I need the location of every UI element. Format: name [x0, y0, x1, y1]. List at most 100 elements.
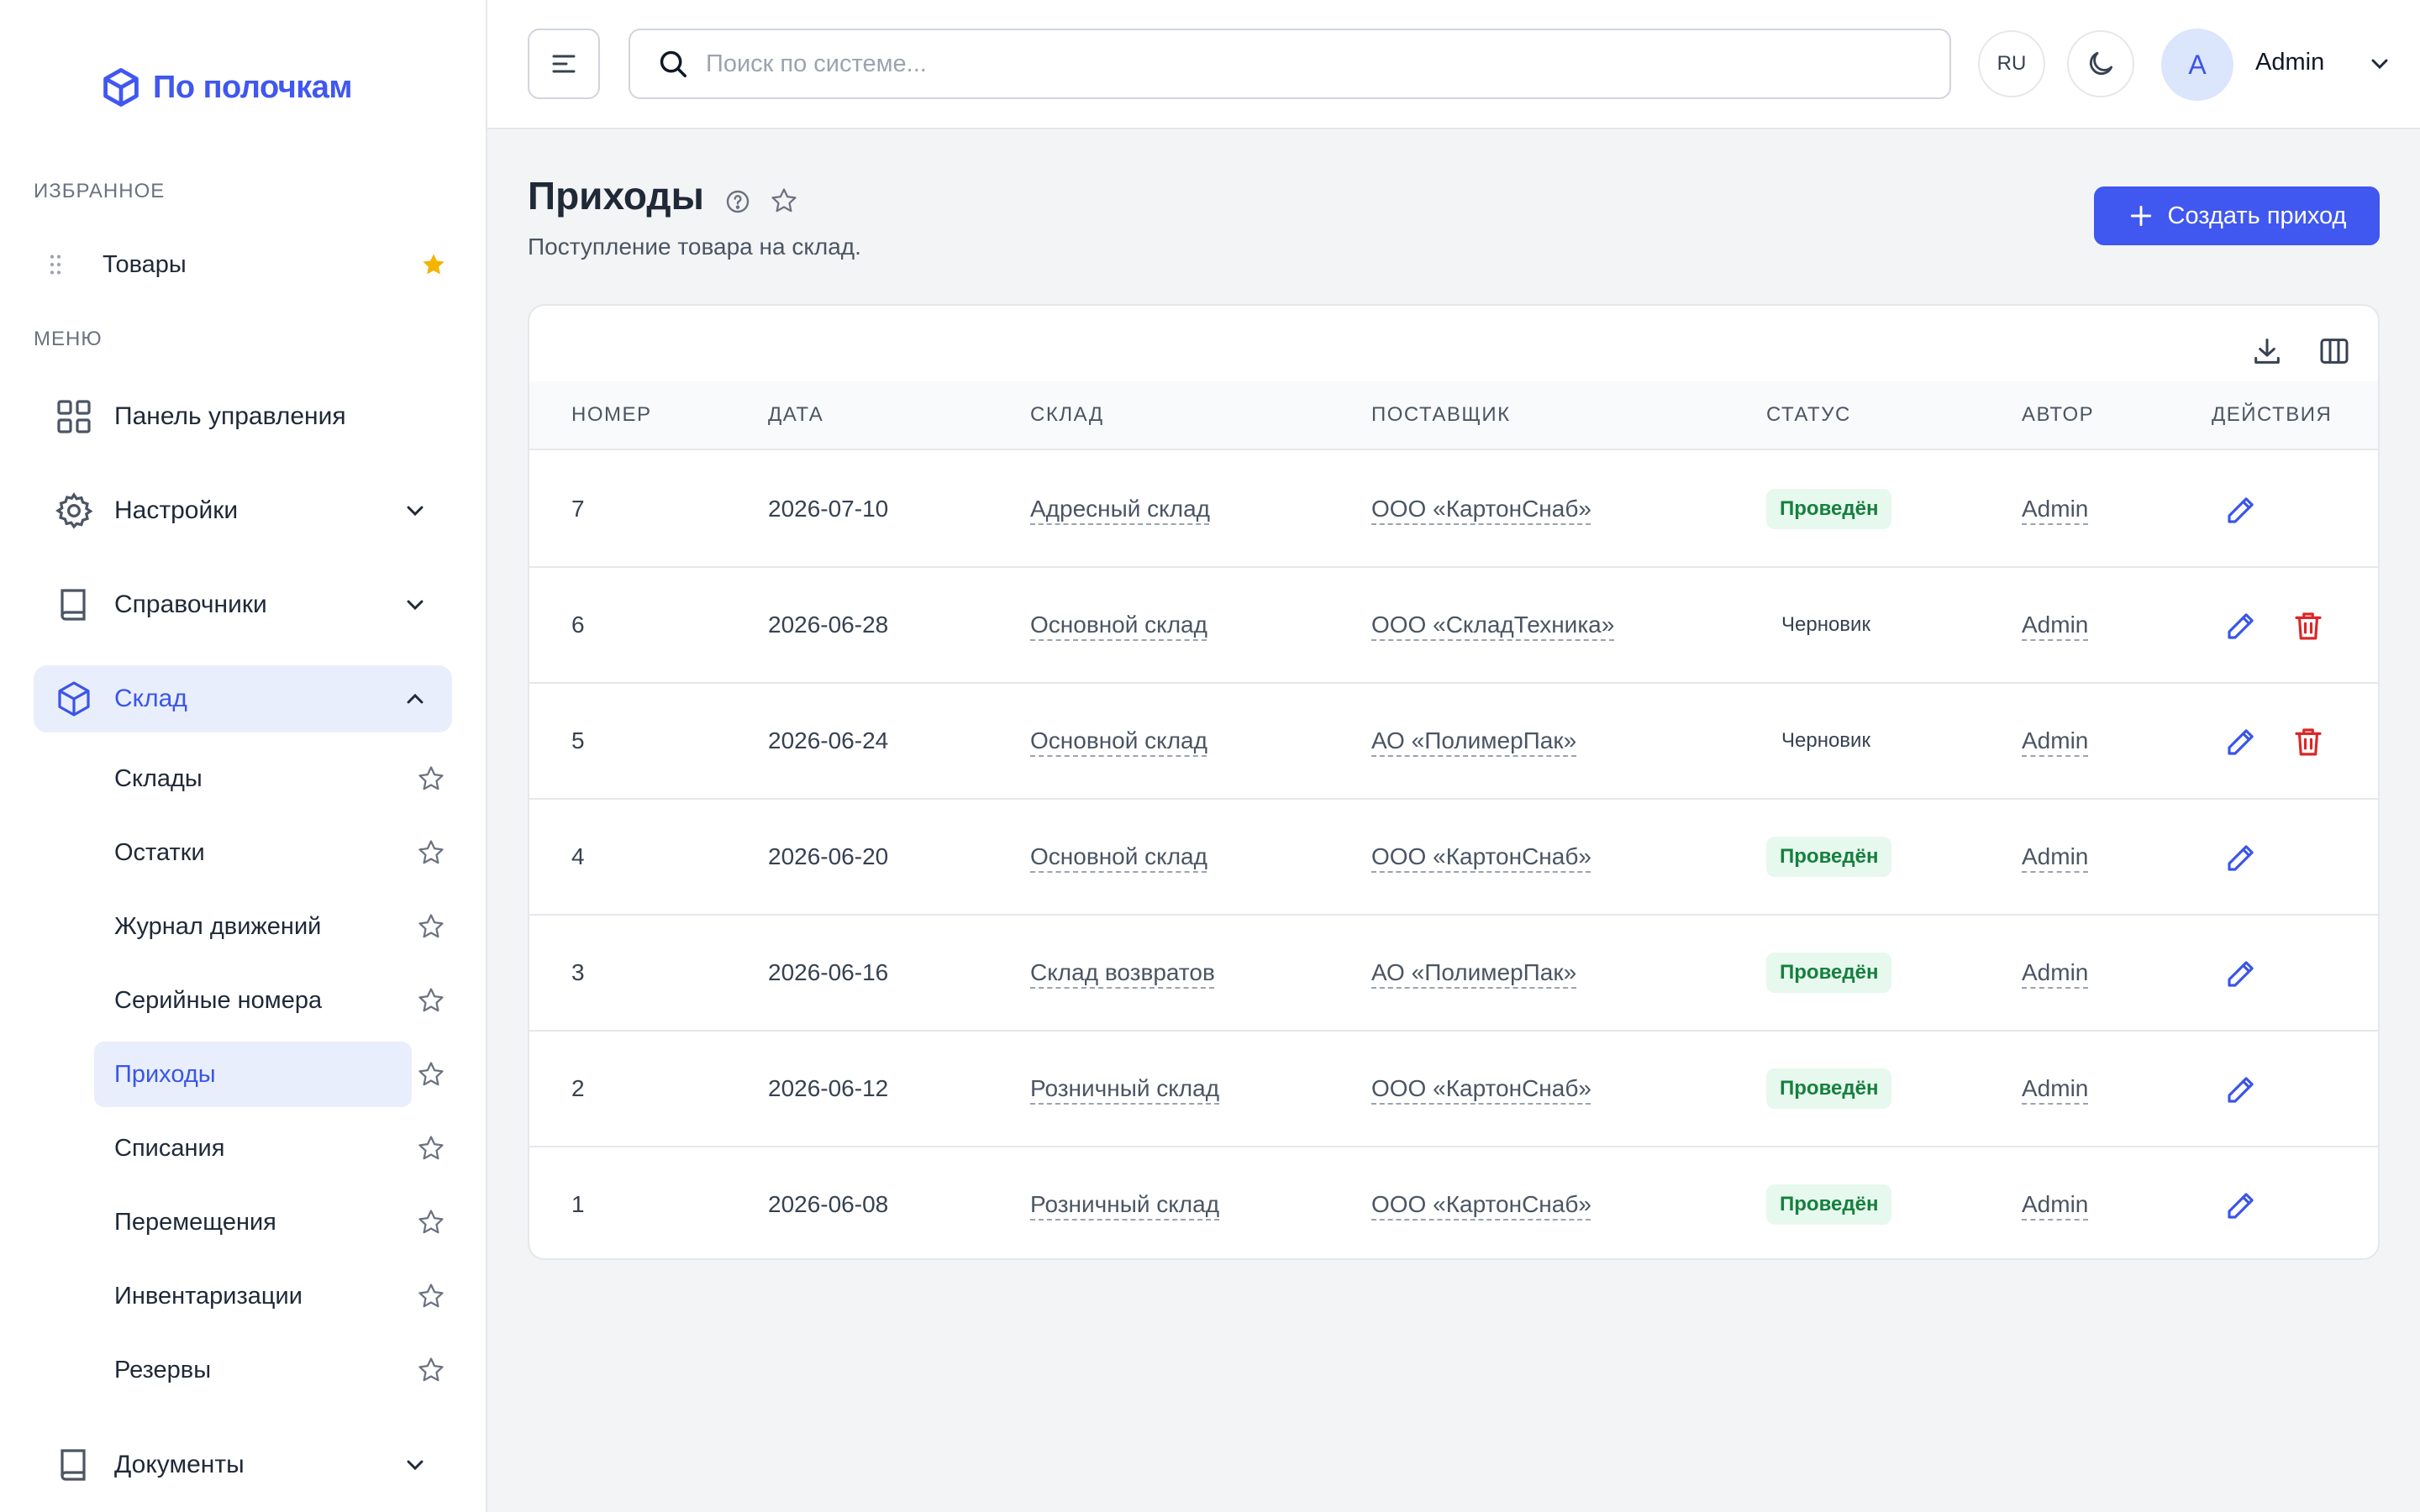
top-header: RU A Admin [487, 0, 2420, 129]
row-warehouse-link[interactable]: Основной склад [1030, 727, 1207, 754]
menu-item-warehouse[interactable]: Склад [34, 665, 452, 732]
create-receipt-button[interactable]: Создать приход [2094, 186, 2380, 245]
row-supplier-link[interactable]: АО «ПолимерПак» [1371, 959, 1576, 986]
edit-icon[interactable] [2223, 1188, 2259, 1223]
submenu-item-label: Перемещения [114, 1208, 276, 1236]
submenu-item-transfers[interactable]: Перемещения [94, 1189, 412, 1255]
table-row[interactable]: 2 2026-06-12 Розничный склад ООО «КартонСна… [529, 1032, 2378, 1147]
star-outline-icon[interactable] [770, 186, 798, 215]
columns-icon[interactable] [2317, 334, 2351, 368]
table-row[interactable]: 4 2026-06-20 Основной склад ООО «КартонСнаб… [529, 800, 2378, 916]
star-outline-icon[interactable] [417, 764, 445, 793]
row-supplier-link[interactable]: ООО «КартонСнаб» [1371, 1191, 1591, 1218]
column-header-actions: ДЕЙСТВИЯ [2212, 403, 2333, 426]
submenu-item-reserves[interactable]: Резервы [94, 1337, 412, 1403]
row-warehouse-link[interactable]: Розничный склад [1030, 1075, 1219, 1102]
language-button[interactable]: RU [1978, 30, 2045, 97]
submenu-item-label: Склады [114, 764, 203, 792]
submenu-item-stock[interactable]: Остатки [94, 820, 412, 885]
row-author-link[interactable]: Admin [2022, 727, 2088, 754]
delete-icon[interactable] [2291, 724, 2326, 759]
theme-toggle-button[interactable] [2067, 30, 2134, 97]
row-author-link[interactable]: Admin [2022, 959, 2088, 986]
user-name[interactable]: Admin [2255, 49, 2324, 76]
status-badge: Проведён [1766, 1184, 1892, 1225]
row-supplier-link[interactable]: ООО «СкладТехника» [1371, 612, 1614, 638]
edit-icon[interactable] [2223, 492, 2259, 528]
row-supplier-link[interactable]: ООО «КартонСнаб» [1371, 1075, 1591, 1102]
download-icon[interactable] [2250, 334, 2284, 368]
table-row[interactable]: 6 2026-06-28 Основной склад ООО «СкладТехни… [529, 568, 2378, 684]
star-outline-icon[interactable] [417, 1282, 445, 1310]
table-header: НОМЕР ДАТА СКЛАД ПОСТАВЩИК СТАТУС АВТОР … [529, 381, 2378, 450]
row-author-link[interactable]: Admin [2022, 612, 2088, 638]
edit-icon[interactable] [2223, 608, 2259, 643]
submenu-item-receipts[interactable]: Приходы [94, 1042, 412, 1107]
row-warehouse-link[interactable]: Адресный склад [1030, 496, 1210, 522]
row-author-link[interactable]: Admin [2022, 843, 2088, 870]
moon-icon [2089, 51, 2113, 76]
row-author-link[interactable]: Admin [2022, 1191, 2088, 1218]
edit-icon[interactable] [2223, 956, 2259, 991]
submenu-item-warehouses[interactable]: Склады [94, 746, 412, 811]
row-author-link[interactable]: Admin [2022, 496, 2088, 522]
column-header-warehouse[interactable]: СКЛАД [1030, 403, 1104, 427]
submenu-item-movement-log[interactable]: Журнал движений [94, 894, 412, 959]
star-outline-icon[interactable] [417, 1208, 445, 1236]
submenu-item-label: Резервы [114, 1356, 212, 1383]
star-outline-icon[interactable] [417, 1356, 445, 1384]
star-outline-icon[interactable] [417, 986, 445, 1015]
table-row[interactable]: 5 2026-06-24 Основной склад АО «ПолимерПак»… [529, 684, 2378, 800]
favorite-item-goods[interactable]: Товары [34, 239, 454, 290]
search-box[interactable] [629, 29, 1951, 99]
star-outline-icon[interactable] [417, 912, 445, 941]
column-header-status[interactable]: СТАТУС [1766, 403, 1851, 427]
table-row[interactable]: 7 2026-07-10 Адресный склад ООО «КартонСнаб… [529, 452, 2378, 568]
row-supplier-link[interactable]: ООО «КартонСнаб» [1371, 843, 1591, 870]
delete-icon[interactable] [2291, 608, 2326, 643]
toggle-sidebar-button[interactable] [528, 29, 600, 99]
edit-icon[interactable] [2223, 724, 2259, 759]
favorites-label: ИЗБРАННОЕ [34, 180, 166, 202]
chevron-up-icon [407, 693, 424, 704]
favorite-item-label: Товары [103, 250, 187, 278]
row-warehouse-link[interactable]: Розничный склад [1030, 1191, 1219, 1218]
row-supplier-link[interactable]: ООО «КартонСнаб» [1371, 496, 1591, 522]
menu-item-label: Настройки [114, 496, 239, 524]
menu-item-label: Справочники [114, 591, 267, 618]
row-date: 2026-06-08 [768, 1191, 889, 1217]
search-input[interactable] [706, 50, 1882, 78]
column-header-date[interactable]: ДАТА [768, 403, 823, 427]
submenu-item-write-offs[interactable]: Списания [94, 1116, 412, 1181]
chevron-down-icon[interactable] [2366, 50, 2393, 77]
column-header-number[interactable]: НОМЕР [571, 403, 652, 427]
menu-item-label: Панель управления [114, 402, 346, 430]
brand-logo[interactable]: По полочкам [99, 64, 353, 111]
star-outline-icon[interactable] [417, 838, 445, 867]
edit-icon[interactable] [2223, 840, 2259, 875]
star-filled-icon[interactable] [420, 251, 447, 278]
search-icon [660, 50, 687, 77]
row-warehouse-link[interactable]: Основной склад [1030, 612, 1207, 638]
menu-item-dashboard[interactable]: Панель управления [34, 383, 452, 450]
row-warehouse-link[interactable]: Склад возвратов [1030, 959, 1215, 986]
table-row[interactable]: 1 2026-06-08 Розничный склад ООО «КартонСна… [529, 1147, 2378, 1258]
submenu-item-inventories[interactable]: Инвентаризации [94, 1263, 412, 1329]
avatar[interactable]: A [2161, 29, 2233, 101]
menu-lines-icon [552, 55, 576, 73]
table-row[interactable]: 3 2026-06-16 Склад возвратов АО «ПолимерПак… [529, 916, 2378, 1032]
menu-item-references[interactable]: Справочники [34, 571, 452, 638]
row-warehouse-link[interactable]: Основной склад [1030, 843, 1207, 870]
row-supplier-link[interactable]: АО «ПолимерПак» [1371, 727, 1576, 754]
menu-item-settings[interactable]: Настройки [34, 477, 452, 544]
star-outline-icon[interactable] [417, 1060, 445, 1089]
drag-handle-icon[interactable] [42, 251, 69, 278]
column-header-supplier[interactable]: ПОСТАВЩИК [1371, 403, 1511, 427]
submenu-item-serial-numbers[interactable]: Серийные номера [94, 968, 412, 1033]
edit-icon[interactable] [2223, 1072, 2259, 1107]
help-icon[interactable] [724, 188, 751, 215]
row-author-link[interactable]: Admin [2022, 1075, 2088, 1102]
menu-item-documents[interactable]: Документы [34, 1431, 452, 1499]
star-outline-icon[interactable] [417, 1134, 445, 1163]
column-header-author[interactable]: АВТОР [2022, 403, 2094, 427]
